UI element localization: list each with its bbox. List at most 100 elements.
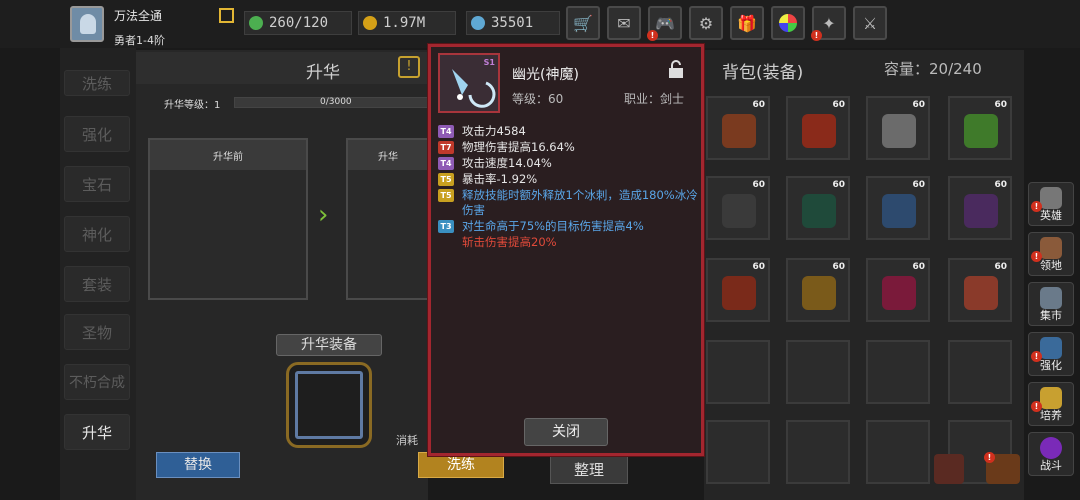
tier-badge: T5 bbox=[438, 189, 454, 202]
nav-market-label: 集市 bbox=[1040, 309, 1062, 322]
territory-castle-icon bbox=[1040, 237, 1062, 259]
edit-name-icon[interactable] bbox=[219, 8, 234, 23]
bag-item-slot[interactable]: 60 bbox=[948, 96, 1012, 160]
bag-title: 背包(装备) bbox=[722, 63, 804, 83]
enhance-crystal-icon bbox=[1040, 337, 1062, 359]
attribute-text: 物理伤害提高16.64% bbox=[462, 140, 575, 154]
bag-empty-slot[interactable] bbox=[866, 420, 930, 484]
battle-button[interactable]: ⚔ bbox=[853, 6, 887, 40]
equipment-icon bbox=[964, 194, 998, 228]
lucky-wheel-icon bbox=[779, 14, 797, 32]
item-level-badge: 60 bbox=[912, 100, 925, 110]
equipment-icon bbox=[802, 114, 836, 148]
close-button[interactable]: 关闭 bbox=[524, 418, 608, 446]
item-level-badge: 60 bbox=[752, 180, 765, 190]
bag-item-slot[interactable]: 60 bbox=[948, 258, 1012, 322]
gift-icon: 🎁 bbox=[737, 13, 757, 33]
attribute-text: 斩击伤害提高20% bbox=[462, 235, 557, 249]
event-button[interactable]: ✦! bbox=[811, 6, 846, 41]
avatar[interactable] bbox=[70, 6, 104, 42]
bag-item-slot[interactable]: 60 bbox=[866, 258, 930, 322]
cost-label: 消耗 bbox=[396, 434, 418, 447]
alert-badge: ! bbox=[811, 30, 822, 41]
nav-enhance-label: 强化 bbox=[1040, 359, 1062, 372]
menu-gem[interactable]: 宝石 bbox=[64, 166, 130, 202]
equipment-icon bbox=[722, 276, 756, 310]
attribute-text: 攻击速度14.04% bbox=[462, 156, 552, 170]
bag-pouch-icon[interactable]: ! bbox=[984, 452, 1020, 484]
tier-badge: T7 bbox=[438, 141, 454, 154]
menu-refine[interactable]: 洗练 bbox=[64, 70, 130, 96]
gift-button[interactable]: 🎁 bbox=[730, 6, 764, 40]
bag-item-slot[interactable]: 60 bbox=[948, 176, 1012, 240]
menu-deify[interactable]: 神化 bbox=[64, 216, 130, 252]
player-name: 万法全通 bbox=[114, 9, 163, 23]
tier-badge: T5 bbox=[438, 173, 454, 186]
bag-empty-slot[interactable] bbox=[706, 420, 770, 484]
cultivate-trophy-icon bbox=[1040, 387, 1062, 409]
nav-battle-label: 战斗 bbox=[1040, 459, 1062, 472]
bag-item-slot[interactable]: 60 bbox=[706, 96, 770, 160]
attribute-row: T3 对生命高于75%的目标伤害提高4% bbox=[438, 219, 702, 234]
attribute-row: T5 暴击率-1.92% bbox=[438, 172, 702, 187]
bag-item-slot[interactable]: 60 bbox=[706, 258, 770, 322]
bag-empty-slot[interactable] bbox=[948, 340, 1012, 404]
energy-icon bbox=[249, 16, 263, 30]
bag-empty-slot[interactable] bbox=[786, 340, 850, 404]
bag-item-slot[interactable]: 60 bbox=[866, 176, 930, 240]
replace-button[interactable]: 替换 bbox=[156, 452, 240, 478]
nav-hero[interactable]: ! 英雄 bbox=[1028, 182, 1074, 226]
item-level-badge: 60 bbox=[752, 262, 765, 272]
game-button[interactable]: 🎮! bbox=[647, 6, 682, 41]
bag-empty-slot[interactable] bbox=[786, 420, 850, 484]
settings-button[interactable]: ⚙ bbox=[689, 6, 723, 40]
energy-value: 260/120 bbox=[269, 15, 329, 31]
menu-enhance[interactable]: 强化 bbox=[64, 116, 130, 152]
panel-title: 升华 bbox=[306, 63, 340, 83]
menu-relic[interactable]: 圣物 bbox=[64, 314, 130, 350]
shop-cart-icon: 🛒 bbox=[573, 13, 593, 33]
menu-immortal-craft[interactable]: 不朽合成 bbox=[64, 364, 130, 400]
bag-capacity: 容量：20/240 bbox=[884, 60, 982, 78]
armor-icon[interactable] bbox=[934, 454, 964, 484]
tier-badge: T4 bbox=[438, 157, 454, 170]
after-content bbox=[348, 170, 428, 298]
tier-badge: T4 bbox=[438, 125, 454, 138]
lock-icon[interactable] bbox=[668, 60, 684, 78]
bag-empty-slot[interactable] bbox=[706, 340, 770, 404]
nav-territory[interactable]: ! 领地 bbox=[1028, 232, 1074, 276]
sort-button[interactable]: 整理 bbox=[550, 456, 628, 484]
nav-cultivate[interactable]: ! 培养 bbox=[1028, 382, 1074, 426]
item-job: 职业：剑士 bbox=[624, 92, 685, 106]
before-box: 升华前 bbox=[148, 138, 308, 300]
wheel-button[interactable] bbox=[771, 6, 805, 40]
equipment-icon bbox=[722, 114, 756, 148]
info-icon[interactable]: ! bbox=[398, 56, 420, 78]
nav-enhance[interactable]: ! 强化 bbox=[1028, 332, 1074, 376]
bag-item-slot[interactable]: 60 bbox=[706, 176, 770, 240]
event-icon: ✦ bbox=[822, 13, 836, 33]
bag-item-slot[interactable]: 60 bbox=[786, 258, 850, 322]
alert-badge: ! bbox=[984, 452, 995, 463]
battle-portal-icon bbox=[1040, 437, 1062, 459]
attribute-text: 攻击力4584 bbox=[462, 124, 526, 138]
before-label: 升华前 bbox=[213, 152, 243, 163]
item-level-badge: 60 bbox=[994, 262, 1007, 272]
bag-item-slot[interactable]: 60 bbox=[786, 176, 850, 240]
tier-badge: T3 bbox=[438, 220, 454, 233]
mail-button[interactable]: ✉ bbox=[607, 6, 641, 40]
item-badge: S1 bbox=[483, 58, 495, 67]
shop-button[interactable]: 🛒 bbox=[566, 6, 600, 40]
menu-set[interactable]: 套装 bbox=[64, 266, 130, 302]
energy-resource: 260/120 bbox=[244, 11, 352, 35]
attribute-text: 释放技能时额外释放1个冰刺，造成180%冰冷伤害 bbox=[462, 188, 698, 217]
bag-item-slot[interactable]: 60 bbox=[786, 96, 850, 160]
bag-item-slot[interactable]: 60 bbox=[866, 96, 930, 160]
attribute-text: 暴击率-1.92% bbox=[462, 172, 538, 186]
before-content bbox=[150, 170, 306, 298]
nav-battle[interactable]: 战斗 bbox=[1028, 432, 1074, 476]
menu-sublimation[interactable]: 升华 bbox=[64, 414, 130, 450]
bag-empty-slot[interactable] bbox=[866, 340, 930, 404]
nav-market[interactable]: 集市 bbox=[1028, 282, 1074, 326]
equip-slot[interactable] bbox=[286, 362, 372, 448]
